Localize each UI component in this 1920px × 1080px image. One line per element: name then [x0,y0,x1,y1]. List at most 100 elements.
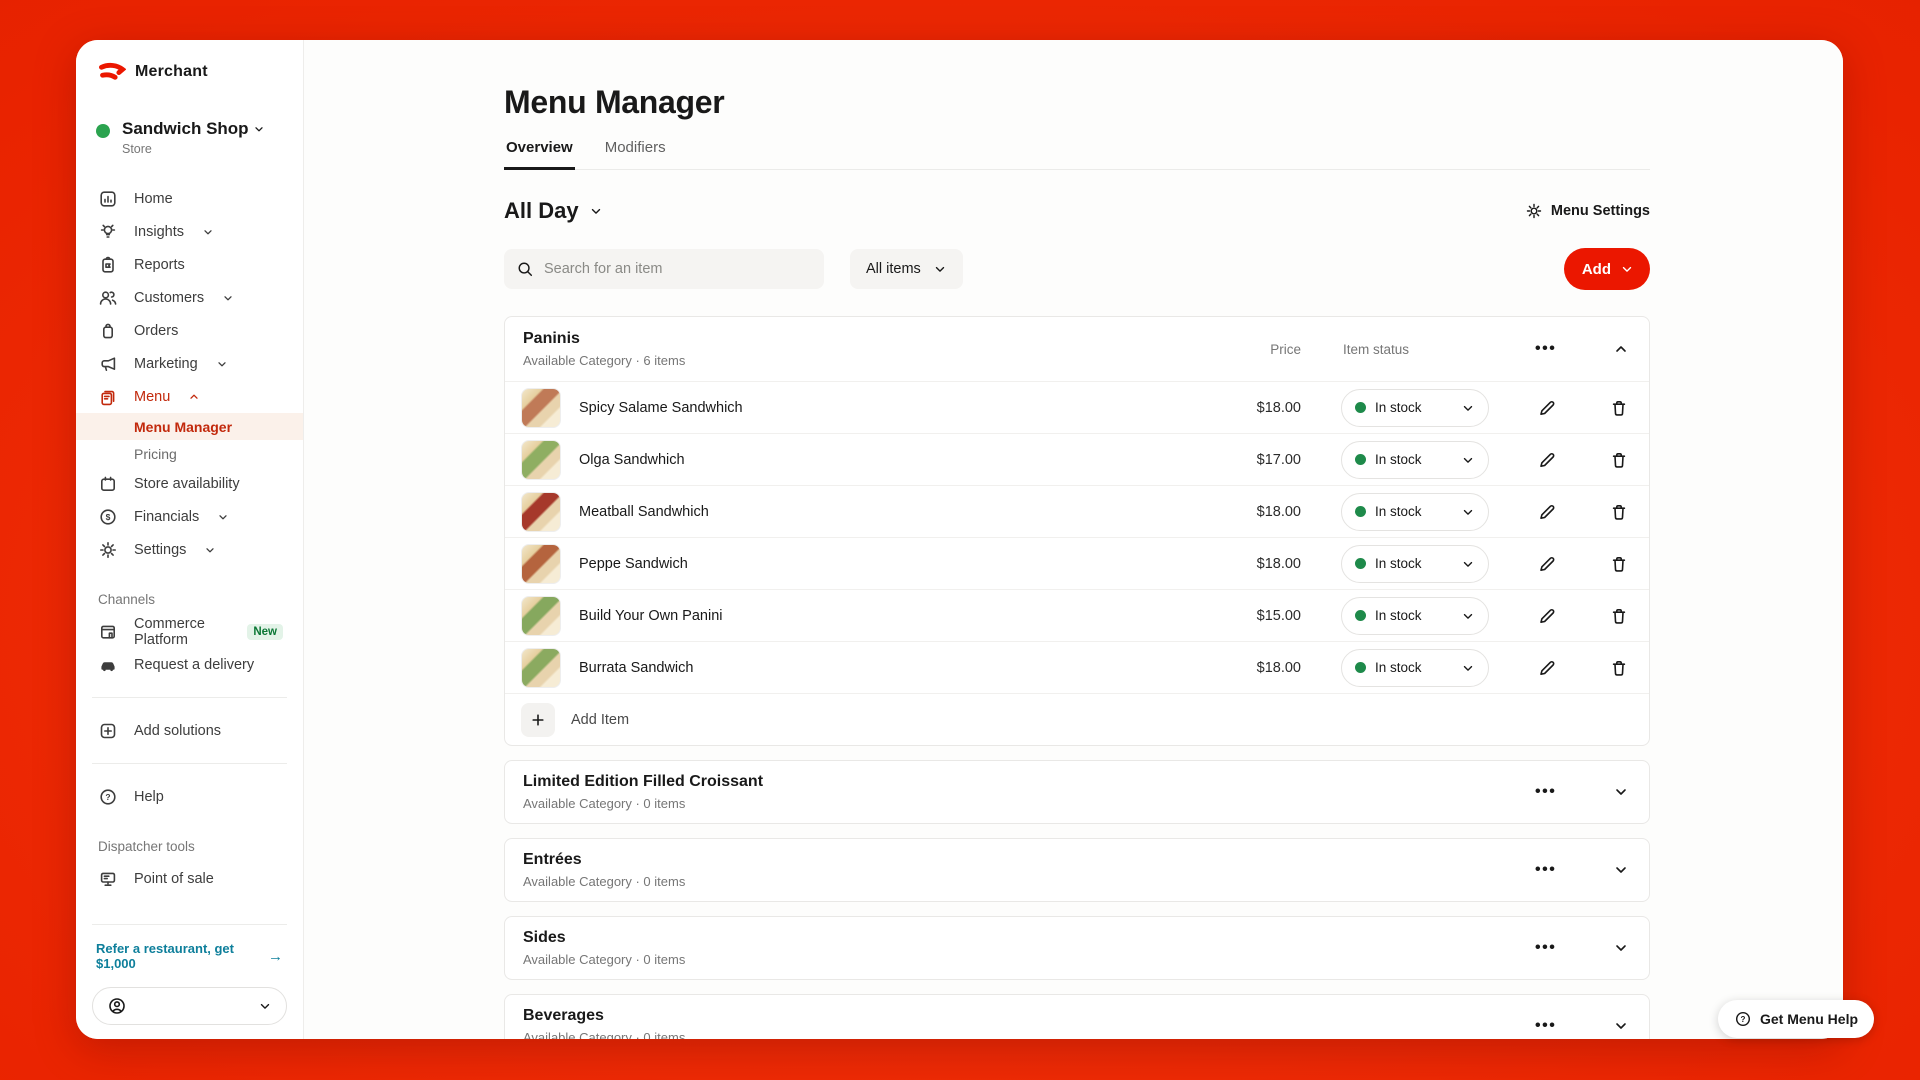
item-price: $18.00 [1191,660,1301,676]
sidebar-item-commerce-platform[interactable]: Commerce Platform New [76,615,303,648]
category-card-entrees[interactable]: Entrées Available Category · 0 items ••• [504,838,1650,902]
in-stock-dot [1355,506,1366,517]
delete-item-button[interactable] [1607,656,1631,680]
item-status-dropdown[interactable]: In stock [1341,597,1489,635]
item-name: Peppe Sandwich [579,556,1191,572]
chevron-down-icon [1461,505,1475,519]
brand-wordmark: Merchant [135,63,208,81]
item-status-dropdown[interactable]: In stock [1341,441,1489,479]
expand-category-button[interactable] [1611,1016,1631,1036]
search-box[interactable] [504,249,824,289]
category-subtitle: Available Category · 0 items [523,952,685,967]
sidebar-item-help[interactable]: ? Help [76,780,303,813]
item-name: Burrata Sandwich [579,660,1191,676]
sidebar-item-menu[interactable]: Menu [76,380,303,413]
delete-item-button[interactable] [1607,500,1631,524]
item-name: Meatball Sandwhich [579,504,1191,520]
chevron-up-icon [188,391,200,403]
edit-item-button[interactable] [1535,604,1559,628]
more-options-icon[interactable]: ••• [1535,862,1556,878]
sidebar-item-reports[interactable]: Reports [76,248,303,281]
store-selector[interactable]: Sandwich Shop Store [76,119,303,156]
delete-item-button[interactable] [1607,552,1631,576]
in-stock-dot [1355,610,1366,621]
search-input[interactable] [544,261,812,277]
sidebar-item-request-delivery[interactable]: Request a delivery [76,648,303,681]
person-circle-icon [107,996,127,1016]
refer-restaurant-link[interactable]: Refer a restaurant, get $1,000 → [76,941,303,971]
sidebar-item-menu-manager[interactable]: Menu Manager [76,413,303,440]
sidebar-item-marketing[interactable]: Marketing [76,347,303,380]
sidebar-item-home[interactable]: Home [76,182,303,215]
more-options-icon[interactable]: ••• [1535,341,1556,357]
sidebar-item-pricing[interactable]: Pricing [76,440,303,467]
item-status-label: In stock [1375,608,1422,623]
delete-item-button[interactable] [1607,448,1631,472]
sidebar-item-point-of-sale[interactable]: Point of sale [76,862,303,895]
items-filter-label: All items [866,261,921,277]
storefront-icon [98,622,118,642]
sidebar-item-orders[interactable]: Orders [76,314,303,347]
edit-item-button[interactable] [1535,396,1559,420]
menu-item-row: Olga Sandwhich $17.00 In stock [505,433,1649,485]
sidebar-item-store-availability[interactable]: Store availability [76,467,303,500]
menu-pages-icon [98,387,118,407]
menu-selector-label: All Day [504,198,579,224]
expand-category-button[interactable] [1611,938,1631,958]
trash-icon [1609,450,1629,470]
edit-item-button[interactable] [1535,656,1559,680]
category-card-beverages[interactable]: Beverages Available Category · 0 items •… [504,994,1650,1039]
chevron-down-icon [204,544,216,556]
pencil-icon [1537,554,1557,574]
search-icon [516,260,534,278]
edit-item-button[interactable] [1535,500,1559,524]
tab-overview[interactable]: Overview [504,139,575,170]
sidebar-nav: Home Insights Reports Customers Orders [76,182,303,895]
account-menu-button[interactable] [92,987,287,1025]
expand-category-button[interactable] [1611,860,1631,880]
category-title: Beverages [523,1007,685,1025]
delete-item-button[interactable] [1607,604,1631,628]
more-options-icon[interactable]: ••• [1535,784,1556,800]
collapse-category-button[interactable] [1611,339,1631,359]
sidebar-item-label: Add solutions [134,723,221,739]
get-menu-help-button[interactable]: ? Get Menu Help [1718,1000,1874,1038]
svg-text:$: $ [106,512,111,522]
item-status-dropdown[interactable]: In stock [1341,493,1489,531]
tab-modifiers[interactable]: Modifiers [603,139,668,169]
more-options-icon[interactable]: ••• [1535,940,1556,956]
chevron-down-icon [1461,453,1475,467]
edit-item-button[interactable] [1535,552,1559,576]
chevron-down-icon [1613,1018,1629,1034]
category-card-sides[interactable]: Sides Available Category · 0 items ••• [504,916,1650,980]
menu-settings-button[interactable]: Menu Settings [1525,202,1650,220]
sidebar-item-financials[interactable]: $ Financials [76,500,303,533]
item-photo [521,648,561,688]
sidebar-item-insights[interactable]: Insights [76,215,303,248]
sidebar-item-settings[interactable]: Settings [76,533,303,566]
menu-selector[interactable]: All Day [504,198,603,224]
sidebar-item-customers[interactable]: Customers [76,281,303,314]
item-status-dropdown[interactable]: In stock [1341,389,1489,427]
pencil-icon [1537,658,1557,678]
expand-category-button[interactable] [1611,782,1631,802]
add-button[interactable]: Add [1564,248,1650,290]
sidebar-item-label: Financials [134,509,199,525]
add-item-button[interactable]: Add Item [505,693,1649,745]
more-options-icon[interactable]: ••• [1535,1018,1556,1034]
item-status-dropdown[interactable]: In stock [1341,545,1489,583]
edit-item-button[interactable] [1535,448,1559,472]
items-filter-dropdown[interactable]: All items [850,249,963,289]
trash-icon [1609,606,1629,626]
delete-item-button[interactable] [1607,396,1631,420]
sidebar-item-add-solutions[interactable]: Add solutions [76,714,303,747]
item-status-dropdown[interactable]: In stock [1341,649,1489,687]
category-card-limited-edition-filled-croissant[interactable]: Limited Edition Filled Croissant Availab… [504,760,1650,824]
sidebar-item-label: Pricing [134,446,177,462]
add-item-label: Add Item [571,712,629,728]
sidebar-item-label: Request a delivery [134,657,254,673]
lightbulb-icon [98,222,118,242]
divider [92,924,287,925]
chevron-down-icon [1613,940,1629,956]
question-circle-icon: ? [1734,1010,1752,1028]
